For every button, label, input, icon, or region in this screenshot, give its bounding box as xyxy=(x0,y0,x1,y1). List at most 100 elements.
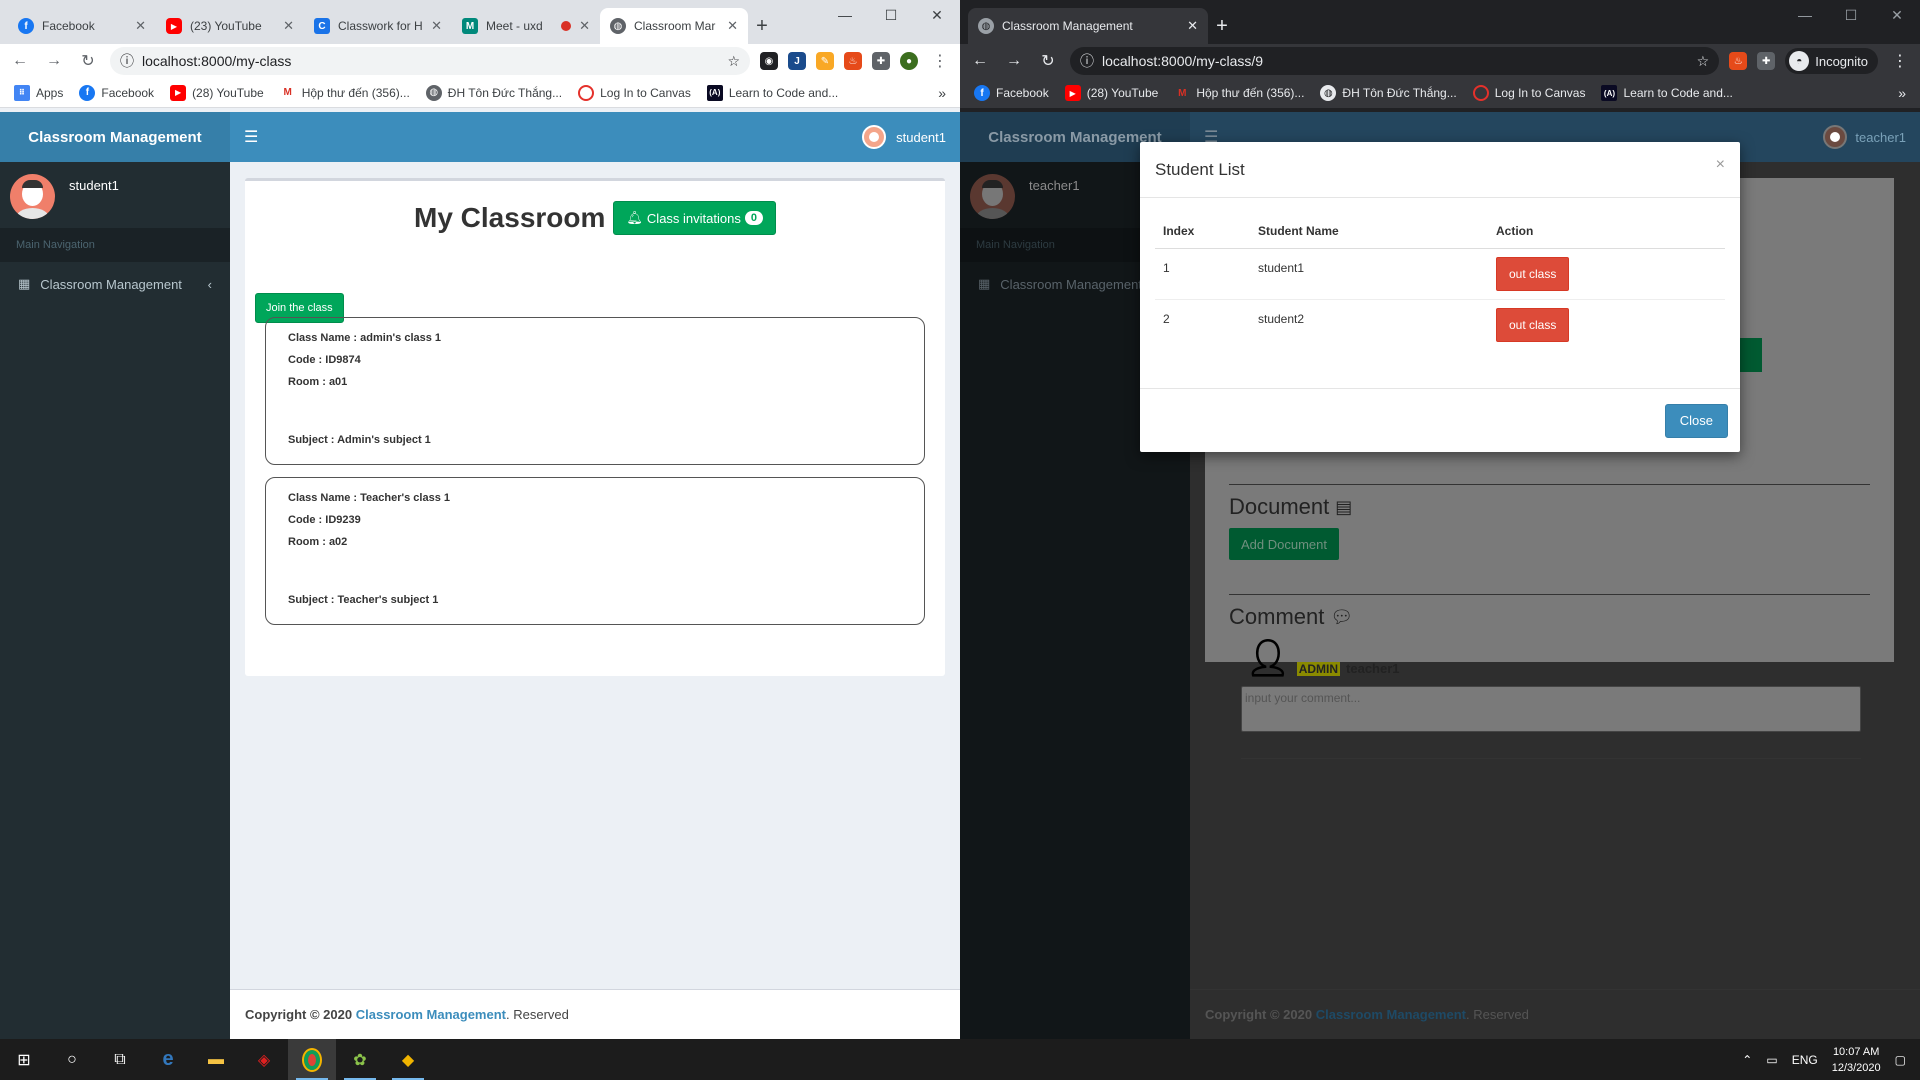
new-tab-button[interactable]: + xyxy=(1208,8,1236,44)
address-bar[interactable]: ⓘ localhost:8000/my-class ☆ xyxy=(110,47,750,75)
clock[interactable]: 10:07 AM 12/3/2020 xyxy=(1832,1044,1881,1076)
notification-icon[interactable]: ▢ xyxy=(1895,1053,1906,1067)
sidebar-item-classroom-management[interactable]: ▦ Classroom Management ‹ xyxy=(0,262,230,306)
reload-icon[interactable]: ↻ xyxy=(1036,51,1060,71)
forward-icon[interactable]: → xyxy=(42,52,66,70)
hamburger-icon[interactable]: ☰ xyxy=(244,127,258,147)
modal-footer: Close xyxy=(1140,388,1740,452)
extension-icon[interactable]: ♨ xyxy=(1729,52,1748,70)
bookmark-freecodecamp[interactable]: (A) Learn to Code and... xyxy=(1601,85,1733,101)
puzzle-icon[interactable]: ✚ xyxy=(872,52,890,70)
windows-start-icon[interactable]: ⊞ xyxy=(0,1039,48,1080)
star-icon[interactable]: ☆ xyxy=(1697,53,1710,70)
incognito-indicator[interactable]: ◓ Incognito xyxy=(1785,48,1878,74)
bookmark-canvas[interactable]: Log In to Canvas xyxy=(578,84,691,101)
brand-logo[interactable]: Classroom Management xyxy=(0,112,230,162)
new-tab-button[interactable]: + xyxy=(748,8,776,44)
right-bookmarks-bar: f Facebook ▶ (28) YouTube M Hộp thư đến (35… xyxy=(960,78,1920,108)
address-bar[interactable]: ⓘ localhost:8000/my-class/9 ☆ xyxy=(1070,47,1720,75)
freecodecamp-icon: (A) xyxy=(1601,85,1618,101)
more-bookmarks-icon[interactable]: » xyxy=(938,85,946,101)
tab-classroom-management[interactable]: ◍ Classroom Management ✕ xyxy=(968,8,1208,44)
add-document-button[interactable]: Add Document xyxy=(1229,528,1339,560)
menu-icon[interactable]: ⋮ xyxy=(1888,51,1912,71)
tab-classroom-management[interactable]: ◍ Classroom Mar ✕ xyxy=(600,8,748,44)
close-icon[interactable]: ✕ xyxy=(1187,18,1198,34)
bookmark-facebook[interactable]: f Facebook xyxy=(974,85,1049,101)
bookmark-canvas[interactable]: Log In to Canvas xyxy=(1472,85,1585,101)
tab-youtube[interactable]: ▶ (23) YouTube ✕ xyxy=(156,8,304,44)
footer-brand-link[interactable]: Classroom Management xyxy=(356,1007,506,1022)
out-class-button[interactable]: out class xyxy=(1496,307,1570,342)
tab-facebook[interactable]: f Facebook ✕ xyxy=(8,8,156,44)
info-icon[interactable]: ⓘ xyxy=(1080,51,1094,71)
grid-icon: ▦ xyxy=(18,276,31,291)
bookmark-apps[interactable]: ⠿ Apps xyxy=(14,84,63,101)
out-class-button[interactable]: out class xyxy=(1496,256,1570,291)
forward-icon[interactable]: → xyxy=(1002,52,1026,70)
close-button[interactable]: Close xyxy=(1664,403,1728,438)
chevron-up-icon[interactable]: ⌃ xyxy=(1742,1053,1752,1067)
more-bookmarks-icon[interactable]: » xyxy=(1898,85,1906,101)
reload-icon[interactable]: ↻ xyxy=(76,51,100,71)
close-icon[interactable]: ✕ xyxy=(135,18,146,34)
search-icon[interactable]: ○ xyxy=(48,1039,96,1080)
close-icon[interactable]: ✕ xyxy=(283,18,294,34)
bookmark-tdtu[interactable]: ◍ ĐH Tôn Đức Thắng... xyxy=(1320,85,1457,101)
garena-icon[interactable]: ◈ xyxy=(240,1039,288,1080)
close-icon[interactable]: ✕ xyxy=(579,18,590,34)
extension-icon[interactable]: ◉ xyxy=(760,52,778,70)
profile-icon[interactable]: ● xyxy=(900,52,918,70)
file-explorer-icon[interactable]: ▬ xyxy=(192,1039,240,1080)
bookmark-tdtu[interactable]: ◍ ĐH Tôn Đức Thắng... xyxy=(425,84,562,101)
bookmark-youtube[interactable]: ▶ (28) YouTube xyxy=(170,84,264,101)
info-icon[interactable]: ⓘ xyxy=(120,51,134,71)
extension-icon[interactable]: ♨ xyxy=(844,52,862,70)
close-icon[interactable]: ✕ xyxy=(727,18,738,34)
bookmark-freecodecamp[interactable]: (A) Learn to Code and... xyxy=(706,84,838,101)
maximize-icon[interactable]: ☐ xyxy=(868,0,914,30)
class-card[interactable]: Class Name : admin's class 1 Code : ID98… xyxy=(265,317,925,465)
header-user-menu[interactable]: student1 xyxy=(862,125,946,149)
bookmark-gmail[interactable]: M Hộp thư đến (356)... xyxy=(1174,85,1304,101)
close-icon[interactable]: ✕ xyxy=(431,18,442,34)
close-window-icon[interactable]: ✕ xyxy=(1874,0,1920,30)
chrome-icon[interactable] xyxy=(288,1039,336,1080)
hidden-green-button[interactable] xyxy=(1738,338,1762,372)
bookmark-gmail[interactable]: M Hộp thư đến (356)... xyxy=(279,84,410,101)
edge-icon[interactable]: e xyxy=(144,1039,192,1080)
tab-classwork[interactable]: C Classwork for H ✕ xyxy=(304,8,452,44)
header-user-menu[interactable]: teacher1 xyxy=(1823,125,1906,149)
extension-icon[interactable]: ✎ xyxy=(816,52,834,70)
bookmark-facebook[interactable]: f Facebook xyxy=(79,84,154,101)
maximize-icon[interactable]: ☐ xyxy=(1828,0,1874,30)
extension-icon[interactable]: J xyxy=(788,52,806,70)
class-card[interactable]: Class Name : Teacher's class 1 Code : ID… xyxy=(265,477,925,625)
app-icon[interactable]: ✿ xyxy=(336,1039,384,1080)
chrome-logo xyxy=(302,1047,322,1072)
footer-brand-link[interactable]: Classroom Management xyxy=(1316,1007,1466,1022)
comment-username: teacher1 xyxy=(1346,661,1400,676)
button-label: Class invitations xyxy=(646,210,741,226)
bookmark-youtube[interactable]: ▶ (28) YouTube xyxy=(1064,85,1158,101)
left-bookmarks-bar: ⠿ Apps f Facebook ▶ (28) YouTube M Hộp thư đ… xyxy=(0,78,960,108)
comment-heading: Comment 💬︎ xyxy=(1229,604,1353,630)
task-view-icon[interactable]: ⧉ xyxy=(96,1039,144,1080)
youtube-icon: ▶ xyxy=(1064,85,1081,101)
close-window-icon[interactable]: ✕ xyxy=(914,0,960,30)
minimize-icon[interactable]: — xyxy=(822,0,868,30)
class-invitations-button[interactable]: 🔔︎ Class invitations 0 xyxy=(613,201,776,235)
back-icon[interactable]: ← xyxy=(968,52,992,70)
back-icon[interactable]: ← xyxy=(8,52,32,70)
puzzle-icon[interactable]: ✚ xyxy=(1757,52,1776,70)
menu-icon[interactable]: ⋮ xyxy=(928,51,952,71)
git-icon[interactable]: ◆ xyxy=(384,1039,432,1080)
minimize-icon[interactable]: — xyxy=(1782,0,1828,30)
globe-icon: ◍ xyxy=(610,18,626,34)
network-icon[interactable]: ▭ xyxy=(1766,1053,1777,1067)
language-indicator[interactable]: ENG xyxy=(1792,1053,1818,1067)
star-icon[interactable]: ☆ xyxy=(727,53,740,70)
tab-meet[interactable]: M Meet - uxd ✕ xyxy=(452,8,600,44)
close-icon[interactable]: × xyxy=(1716,156,1725,174)
comment-input[interactable]: input your comment... xyxy=(1241,686,1861,732)
